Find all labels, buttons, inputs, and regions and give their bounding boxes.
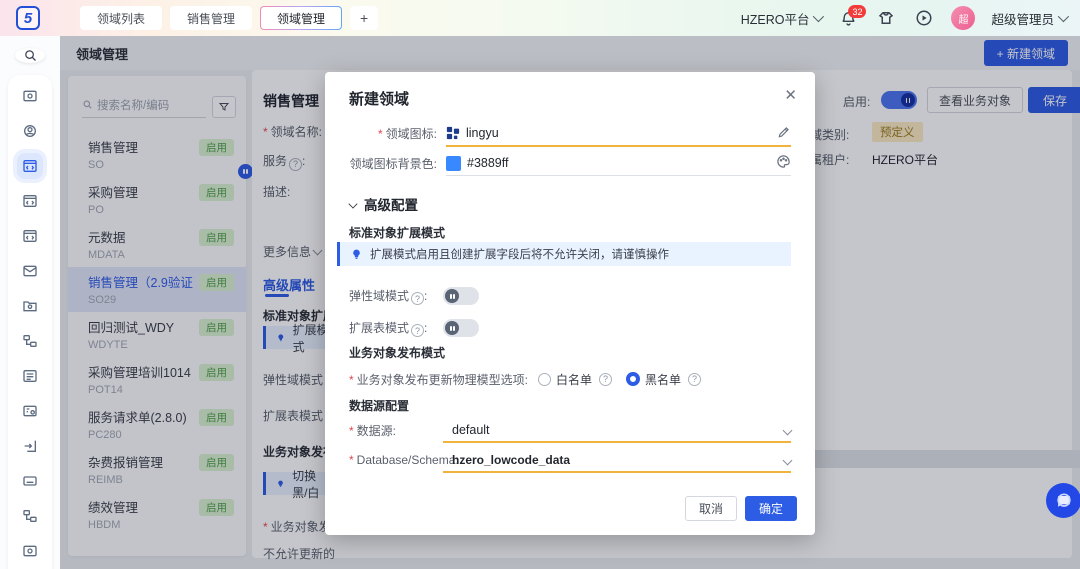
tab-domain-list[interactable]: 领域列表 (80, 6, 163, 30)
tenant-select[interactable]: HZERO平台 (740, 9, 825, 28)
help-icon[interactable]: ? (599, 372, 613, 386)
rail-item-orgflow-icon[interactable] (17, 503, 43, 529)
chevron-down-icon (813, 10, 825, 23)
chevron-down-icon (782, 455, 793, 466)
tenant-label: HZERO平台 (740, 12, 810, 27)
rail-search-icon[interactable] (15, 48, 45, 63)
datasource-value: default (452, 423, 490, 437)
add-tab-button[interactable]: + (350, 6, 379, 30)
blocks-icon (446, 126, 460, 140)
rail-item-folder-icon[interactable] (17, 293, 43, 319)
radio-whitelist[interactable]: 白名单? (538, 371, 613, 388)
hzero-logo-icon[interactable]: 5 (16, 6, 40, 30)
chevron-down-icon (1057, 10, 1070, 23)
color-field-underline (446, 175, 791, 176)
rail-item-export-icon[interactable] (17, 433, 43, 459)
radio-unchecked-icon (538, 372, 552, 386)
datasource-label: * 数据源: (349, 423, 397, 438)
bo-option-label: * 业务对象发布更新物理模型选项: (349, 372, 529, 387)
rail-item-keyboard-icon[interactable] (17, 468, 43, 494)
std-ext-mode-title: 标准对象扩展模式 (349, 226, 446, 240)
datasource-select[interactable]: default (452, 423, 793, 437)
ext-table-toggle[interactable] (443, 319, 480, 337)
close-icon[interactable]: ✕ (784, 86, 797, 104)
bulb-icon (353, 249, 360, 259)
schema-label: * Database/Schema: (349, 453, 459, 467)
schema-value: hzero_lowcode_data (452, 453, 571, 467)
flex-mode-label: 弹性域模式?: (349, 288, 428, 306)
new-domain-modal: 新建领域 ✕ * 领域图标: lingyu 领域图标背景色: #3889ff 高… (325, 72, 815, 535)
notification-bell-icon[interactable]: 32 (837, 5, 867, 29)
change-icon-button[interactable] (777, 125, 791, 142)
advanced-config-section[interactable]: 高级配置 (348, 194, 418, 214)
chevron-down-icon (348, 199, 358, 209)
domain-icon-label: * 领域图标: (377, 126, 437, 141)
tab-sales-management[interactable]: 销售管理 (170, 6, 253, 30)
bo-publish-title: 业务对象发布模式 (349, 346, 446, 360)
cancel-button[interactable]: 取消 (684, 496, 737, 521)
rail-item-page-code-icon[interactable] (17, 188, 43, 214)
datasource-config-title: 数据源配置 (349, 399, 410, 413)
top-bar: 5 领域列表 销售管理 领域管理 + HZERO平台 32 超 超级管理员 (0, 0, 1080, 36)
play-guide-icon[interactable] (913, 7, 935, 29)
assistant-chat-fab[interactable] (1046, 483, 1080, 518)
app-window: 5 领域列表 销售管理 领域管理 + HZERO平台 32 超 超级管理员 领域… (0, 0, 1080, 569)
theme-dress-icon[interactable] (875, 7, 897, 29)
help-icon[interactable]: ? (688, 372, 702, 386)
radio-checked-icon (626, 372, 641, 386)
help-icon[interactable]: ? (411, 292, 425, 306)
rail-item-flow-icon[interactable] (17, 328, 43, 354)
ext-mode-warning-banner: 扩展模式启用且创建扩展字段后将不允许关闭，请谨慎操作 (337, 242, 791, 266)
color-swatch[interactable] (446, 155, 461, 171)
rail-item-card-gear-icon[interactable] (17, 538, 43, 564)
rail-item-template-icon[interactable] (17, 223, 43, 249)
rail-item-tag-icon[interactable] (17, 398, 43, 424)
flex-mode-toggle[interactable] (443, 287, 480, 305)
user-menu[interactable]: 超级管理员 (991, 9, 1070, 28)
radio-blacklist[interactable]: 黑名单? (626, 371, 702, 388)
rail-item-community-icon[interactable] (17, 118, 43, 144)
workspace-tabs: 领域列表 销售管理 领域管理 + (80, 6, 379, 30)
icon-field-underline (446, 145, 791, 147)
rail-app-icons (8, 75, 52, 569)
topbar-actions: HZERO平台 32 超 超级管理员 (740, 5, 1080, 30)
chevron-down-icon (782, 425, 793, 436)
tab-domain-management[interactable]: 领域管理 (260, 6, 342, 30)
schema-select[interactable]: hzero_lowcode_data (452, 453, 793, 467)
icon-bg-color-input[interactable]: #3889ff (446, 154, 791, 172)
modal-footer: 取消 确定 (684, 496, 797, 521)
domain-icon-input[interactable]: lingyu (446, 126, 791, 140)
help-icon[interactable]: ? (411, 324, 425, 338)
domain-icon-value: lingyu (466, 126, 499, 140)
icon-rail-sidebar (0, 36, 60, 569)
rail-item-page-dev-icon-active[interactable] (17, 153, 43, 179)
ok-button[interactable]: 确定 (744, 496, 797, 521)
rail-item-list-config-icon[interactable] (17, 363, 43, 389)
rail-item-mail-icon[interactable] (17, 258, 43, 284)
color-value: #3889ff (467, 156, 509, 170)
user-avatar[interactable]: 超 (951, 6, 976, 30)
rail-item-app-icon[interactable] (17, 83, 43, 109)
icon-bg-color-label: 领域图标背景色: (349, 156, 437, 171)
datasource-underline (443, 441, 791, 443)
palette-icon-button[interactable] (776, 154, 791, 172)
schema-underline (443, 471, 791, 473)
ext-table-label: 扩展表模式?: (349, 320, 428, 338)
modal-title: 新建领域 (349, 91, 410, 108)
user-name-label: 超级管理员 (991, 12, 1054, 27)
notification-count-badge: 32 (848, 5, 867, 18)
